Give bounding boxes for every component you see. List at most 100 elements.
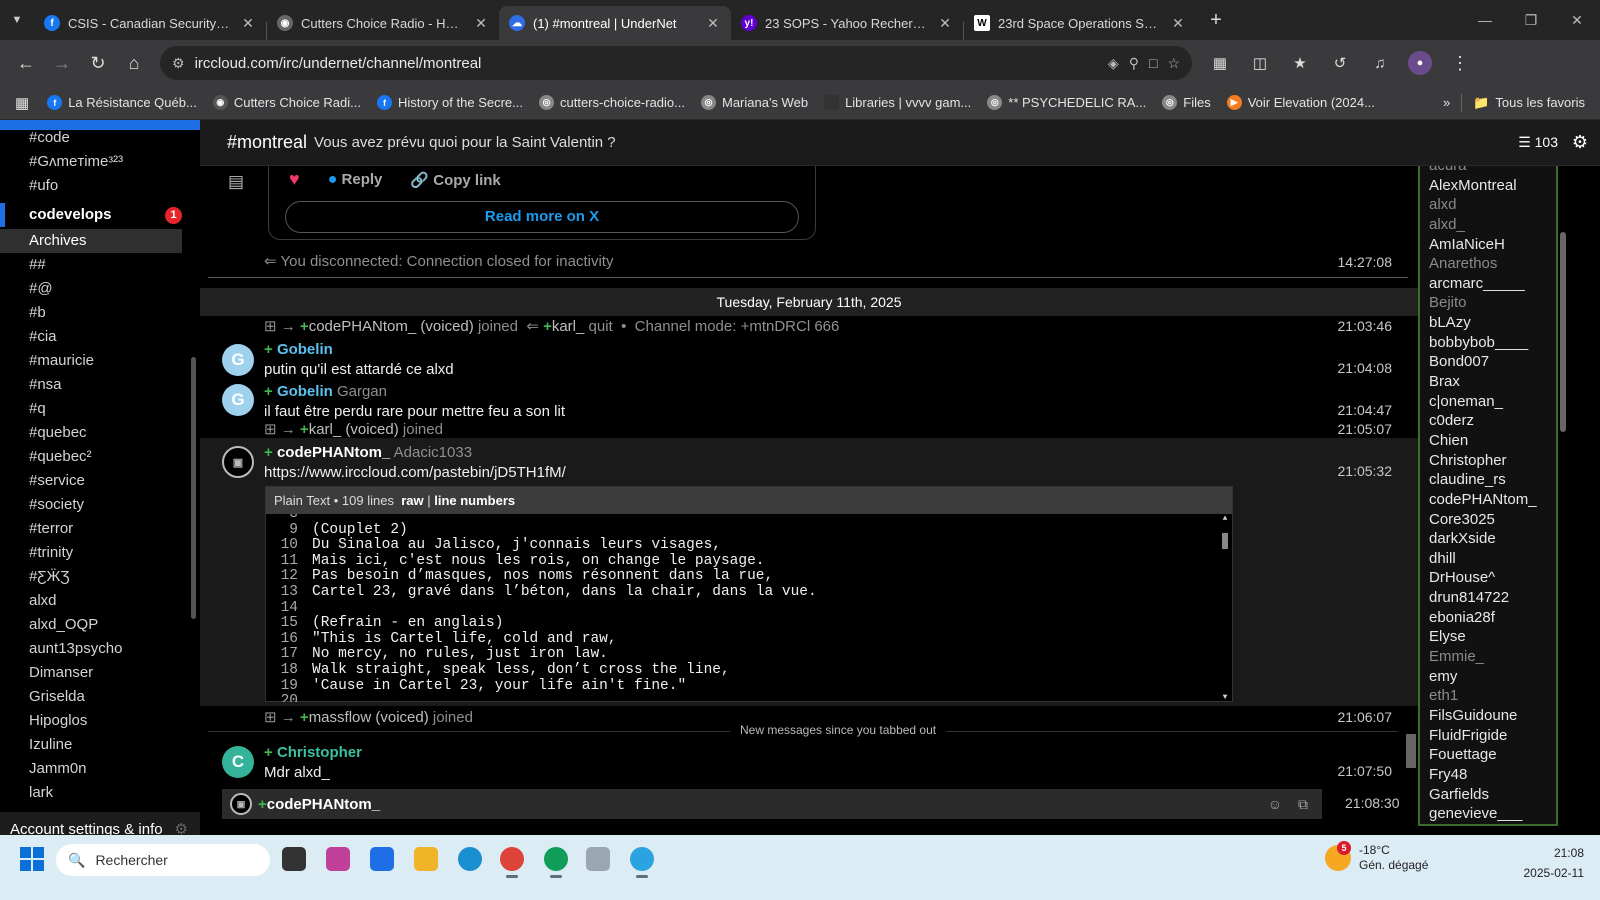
line-numbers-link[interactable]: line numbers [434, 493, 515, 508]
member-item[interactable]: c0derz [1420, 411, 1556, 431]
event-nick[interactable]: codePHANtom_ [309, 318, 417, 335]
profile-avatar[interactable]: ● [1402, 45, 1438, 81]
channel-item[interactable]: #service [0, 469, 190, 493]
expand-icon[interactable]: ⊞ [264, 709, 277, 726]
reply-button[interactable]: ● Reply [328, 171, 383, 189]
expand-icon[interactable]: ⊞ [264, 318, 277, 335]
edge-icon[interactable] [458, 847, 482, 871]
member-item[interactable]: alxd_ [1420, 215, 1556, 235]
pastebin-link[interactable]: https://www.irccloud.com/pastebin/jD5TH1… [264, 464, 1164, 481]
tab-search-chevron-icon[interactable]: ▼ [0, 0, 34, 40]
member-item[interactable]: FluidFrigide [1420, 726, 1556, 746]
extension-icon[interactable]: ◈ [1108, 55, 1119, 72]
file-explorer-icon[interactable] [414, 847, 438, 871]
channel-item[interactable]: aunt13psycho [0, 637, 190, 661]
system-clock[interactable]: 21:08 2025-02-11 [1524, 843, 1585, 883]
avatar[interactable]: ▣ [222, 446, 254, 478]
site-info-icon[interactable]: ⚙ [172, 55, 185, 72]
avatar[interactable]: C [222, 746, 254, 778]
message-nick[interactable]: Gobelin [277, 341, 333, 358]
channel-settings-gear-icon[interactable]: ⚙ [1572, 132, 1588, 153]
channel-item[interactable]: Izuline [0, 733, 190, 757]
upload-icon[interactable]: ⧉ [1298, 796, 1308, 813]
member-item[interactable]: Bejito [1420, 293, 1556, 313]
user-count-toggle[interactable]: ☰ 103 [1518, 134, 1558, 151]
all-bookmarks-folder[interactable]: 📁 Tous les favoris [1466, 89, 1592, 117]
browser-tab[interactable]: ☁ (1) #montreal | UnderNet ✕ [499, 6, 731, 40]
channel-item[interactable]: Jamm0n [0, 757, 190, 781]
member-item[interactable]: claudine_rs [1420, 470, 1556, 490]
bookmark-item[interactable]: ◉ Cutters Choice Radi... [206, 89, 368, 117]
member-item[interactable]: bLAzy [1420, 313, 1556, 333]
telegram-icon[interactable] [630, 847, 654, 871]
close-tab-icon[interactable]: ✕ [937, 15, 953, 32]
emoji-icon[interactable]: ☺ [1268, 796, 1282, 813]
member-item[interactable]: Bond007 [1420, 352, 1556, 372]
message-input[interactable]: ▣ + codePHANtom_ ☺ ⧉ [222, 789, 1322, 819]
bookmark-item[interactable]: ◎ Files [1155, 89, 1217, 117]
more-bookmarks-chevron-icon[interactable]: » [1436, 89, 1457, 117]
close-tab-icon[interactable]: ✕ [473, 15, 489, 32]
channel-item[interactable]: #code [0, 126, 190, 150]
close-window-icon[interactable]: ✕ [1554, 0, 1600, 40]
event-nick[interactable]: karl_ [309, 421, 342, 438]
channel-item[interactable]: #Gᴧmeᴛimeᵌ²³ [0, 150, 190, 174]
reload-icon[interactable]: ↻ [80, 45, 116, 81]
channel-item[interactable]: alxd [0, 589, 190, 613]
task-view-icon[interactable] [282, 847, 306, 871]
message-nick[interactable]: codePHANtom_ [277, 444, 390, 461]
key-icon[interactable]: ⚲ [1129, 55, 1139, 72]
channel-item[interactable]: #mauricie [0, 349, 190, 373]
bookmark-item[interactable]: ▶ Voir Elevation (2024... [1220, 89, 1382, 117]
message-nick[interactable]: Christopher [277, 744, 362, 761]
store-icon[interactable] [370, 847, 394, 871]
bookmark-item[interactable]: f History of the Secre... [370, 89, 530, 117]
member-item[interactable]: Anarethos [1420, 254, 1556, 274]
archives-item[interactable]: Archives [0, 229, 182, 253]
channel-item[interactable]: #nsa [0, 373, 190, 397]
home-icon[interactable]: ⌂ [116, 45, 152, 81]
browser-tab[interactable]: ◉ Cutters Choice Radio - Home of ✕ [267, 6, 499, 40]
event-nick[interactable]: karl_ [552, 318, 585, 335]
channel-item[interactable]: #ƸӜƷ [0, 565, 190, 589]
forward-arrow-icon[interactable]: → [44, 45, 80, 81]
channel-item[interactable]: lark [0, 781, 190, 805]
message-scrollbar[interactable] [1406, 734, 1416, 768]
member-item[interactable]: Garfields [1420, 785, 1556, 805]
member-item[interactable]: alxd [1420, 195, 1556, 215]
url-field[interactable]: ⚙ irccloud.com/irc/undernet/channel/mont… [160, 46, 1192, 80]
history-icon[interactable]: ↺ [1322, 45, 1358, 81]
member-item[interactable]: bobbybob____ [1420, 333, 1556, 353]
app-icon[interactable] [586, 847, 610, 871]
channel-item[interactable]: alxd_OQP [0, 613, 190, 637]
back-arrow-icon[interactable]: ← [8, 45, 44, 81]
channel-item[interactable]: Griselda [0, 685, 190, 709]
maximize-icon[interactable]: ❐ [1508, 0, 1554, 40]
channel-item[interactable]: #society [0, 493, 190, 517]
taskbar-search[interactable]: 🔍 Rechercher [56, 844, 270, 876]
member-item[interactable]: Brax [1420, 372, 1556, 392]
member-item[interactable]: drun814722 [1420, 588, 1556, 608]
member-item[interactable]: emy [1420, 667, 1556, 687]
more-menu-icon[interactable]: ⋮ [1442, 45, 1478, 81]
media-control-icon[interactable]: ♫ [1362, 45, 1398, 81]
install-app-icon[interactable]: □ [1149, 55, 1157, 71]
new-tab-button[interactable]: + [1200, 4, 1232, 36]
pastebin-body[interactable]: 8 9 (Couplet 2) 10 Du Sinaloa au Jalisco, j'… [266, 514, 1232, 702]
start-windows-icon[interactable] [20, 847, 44, 871]
member-item[interactable]: ebonia28f [1420, 608, 1556, 628]
browser-tab[interactable]: f CSIS - Canadian Security Intellig ✕ [34, 6, 266, 40]
channel-item[interactable]: #trinity [0, 541, 190, 565]
member-item[interactable]: Fry48 [1420, 765, 1556, 785]
bookmark-item[interactable]: ◎ ** PSYCHEDELIC RA... [980, 89, 1153, 117]
member-item[interactable]: AmIaNiceH [1420, 235, 1556, 255]
avatar[interactable]: G [222, 384, 254, 416]
member-item[interactable]: Emmie_ [1420, 647, 1556, 667]
weather-widget[interactable]: 5 -18°C Gén. dégagé [1325, 841, 1428, 873]
bookmark-item[interactable]: f La Résistance Québ... [40, 89, 204, 117]
bookmark-item[interactable]: ◎ Mariana's Web [694, 89, 815, 117]
member-item[interactable]: arcmarc_____ [1420, 274, 1556, 294]
member-scrollbar[interactable] [1558, 166, 1568, 826]
browser-tab[interactable]: W 23rd Space Operations Squadro ✕ [964, 6, 1196, 40]
member-item[interactable]: dhill [1420, 549, 1556, 569]
